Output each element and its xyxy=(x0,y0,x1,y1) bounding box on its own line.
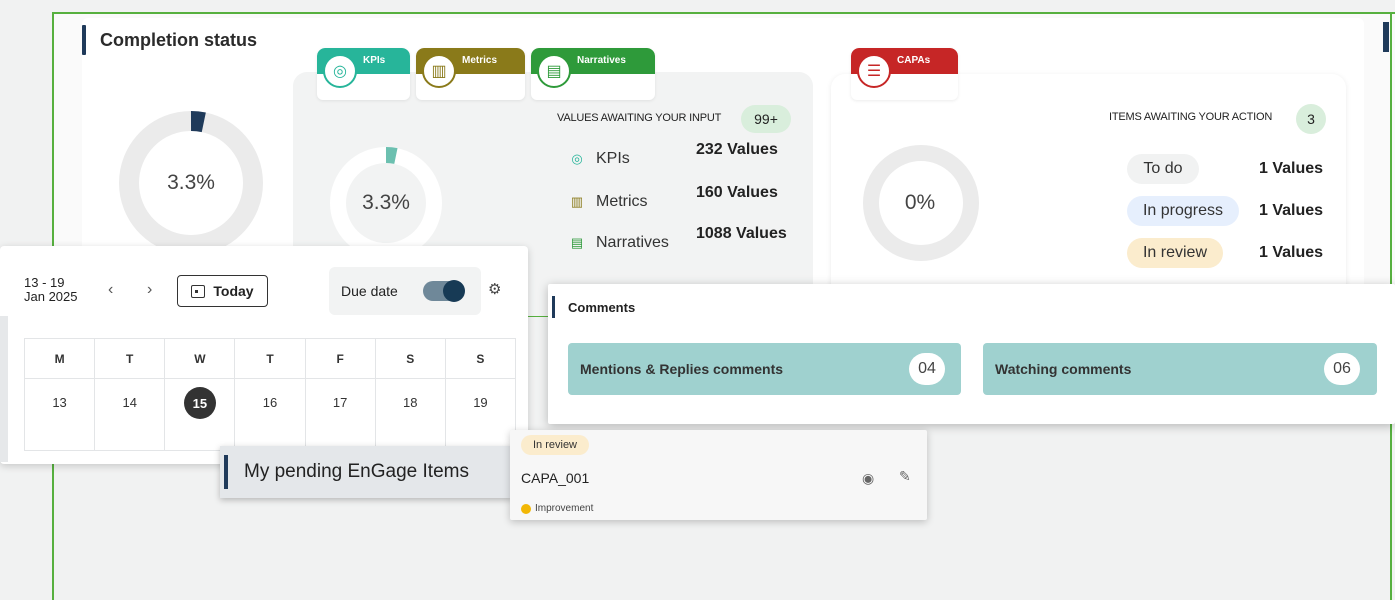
pending-items-header[interactable]: My pending EnGage Items xyxy=(220,446,512,498)
bar-chart-icon: ▥ xyxy=(570,194,584,209)
watching-comments-label: Watching comments xyxy=(995,361,1132,377)
bar-chart-icon: ▥ xyxy=(422,54,456,88)
values-row-narratives: ▤ Narratives xyxy=(568,234,669,252)
eye-icon[interactable]: ◉ xyxy=(862,470,874,487)
weekday-header: S xyxy=(374,338,446,379)
week-range-month: Jan 2025 xyxy=(24,289,78,304)
values-row-kpis: ◎ KPIs xyxy=(568,150,630,168)
today-button[interactable]: Today xyxy=(177,275,268,307)
pending-item-type-label: Improvement xyxy=(535,503,594,514)
target-icon: ◎ xyxy=(571,151,583,166)
status-in-review-value: 1 Values xyxy=(1259,244,1324,261)
day-cell[interactable]: 16 xyxy=(234,378,306,451)
status-in-review[interactable]: In review xyxy=(1127,238,1223,268)
title-accent-bar xyxy=(82,25,86,55)
capa-percent: 0% xyxy=(904,191,936,214)
section-accent-bar xyxy=(1383,22,1389,52)
status-todo[interactable]: To do xyxy=(1127,154,1199,184)
status-todo-value: 1 Values xyxy=(1259,160,1324,177)
values-percent: 3.3% xyxy=(362,191,410,214)
values-row-value: 160 Values xyxy=(696,184,778,201)
day-cell[interactable]: 18 xyxy=(374,378,446,451)
items-awaiting-title: ITEMS AWAITING YOUR ACTION xyxy=(1109,111,1273,123)
day-cell-selected[interactable]: 15 xyxy=(164,378,236,451)
values-row-value: 232 Values xyxy=(696,141,778,158)
items-awaiting-count: 3 xyxy=(1296,104,1326,134)
weekday-header: F xyxy=(304,338,376,379)
pending-items-title: My pending EnGage Items xyxy=(244,461,469,482)
values-awaiting-count: 99+ xyxy=(741,105,791,133)
tab-narratives[interactable]: Narratives ▤ xyxy=(531,48,655,100)
values-row-value: 1088 Values xyxy=(696,225,787,242)
day-cell[interactable]: 14 xyxy=(94,378,166,451)
watching-comments-button[interactable]: Watching comments xyxy=(983,343,1377,395)
values-row-label: Narratives xyxy=(596,234,669,251)
tab-capas[interactable]: CAPAs ☰ xyxy=(851,48,958,100)
type-dot xyxy=(521,503,531,514)
values-row-label: Metrics xyxy=(596,193,648,210)
next-week-icon[interactable]: › xyxy=(147,281,152,299)
title-accent-bar xyxy=(224,455,228,489)
weekday-header: S xyxy=(444,338,517,379)
weekday-header: W xyxy=(164,338,236,379)
day-cell[interactable]: 19 xyxy=(444,378,517,451)
due-date-toggle[interactable] xyxy=(423,280,465,302)
status-in-progress[interactable]: In progress xyxy=(1127,196,1239,226)
values-awaiting-title: VALUES AWAITING YOUR INPUT xyxy=(557,112,722,124)
calendar-settings-icon[interactable]: ⚙ xyxy=(488,280,508,300)
mentions-replies-label: Mentions & Replies comments xyxy=(580,361,784,377)
pending-item-type: Improvement xyxy=(521,503,593,514)
week-calendar-grid: M T W T F S S 13 14 15 16 17 18 19 xyxy=(23,338,517,451)
status-in-progress-value: 1 Values xyxy=(1259,202,1324,219)
pending-item-name: CAPA_001 xyxy=(521,470,590,486)
selected-day: 15 xyxy=(183,387,216,419)
comments-header: Comments xyxy=(552,296,635,318)
today-label: Today xyxy=(213,283,254,299)
watching-comments-count: 06 xyxy=(1324,353,1360,385)
completion-status-header: Completion status xyxy=(82,25,257,55)
week-range-days: 13 - 19 xyxy=(24,275,65,290)
target-icon: ◎ xyxy=(323,54,357,88)
checklist-icon: ☰ xyxy=(857,54,891,88)
weekday-header: T xyxy=(234,338,306,379)
title-accent-bar xyxy=(552,296,555,318)
toggle-knob xyxy=(443,280,465,302)
mentions-replies-count: 04 xyxy=(909,353,945,385)
comments-title: Comments xyxy=(568,299,636,315)
values-row-metrics: ▥ Metrics xyxy=(568,193,648,211)
prev-week-icon[interactable]: ‹ xyxy=(108,281,113,299)
weekday-header: M xyxy=(23,338,96,379)
completion-status-title: Completion status xyxy=(100,29,258,50)
document-icon: ▤ xyxy=(537,54,571,88)
calendar-edge xyxy=(0,316,8,462)
tab-kpis[interactable]: KPIs ◎ xyxy=(317,48,410,100)
mentions-replies-button[interactable]: Mentions & Replies comments xyxy=(568,343,961,395)
tab-metrics[interactable]: Metrics ▥ xyxy=(416,48,525,100)
overall-percent: 3.3% xyxy=(167,171,215,194)
pending-status-badge: In review xyxy=(521,435,589,455)
week-range: 13 - 19 Jan 2025 xyxy=(24,276,78,304)
document-icon: ▤ xyxy=(570,235,584,250)
calendar-icon xyxy=(191,284,206,298)
weekday-header: T xyxy=(94,338,166,379)
due-date-label: Due date xyxy=(341,283,398,299)
day-cell[interactable]: 17 xyxy=(304,378,376,451)
day-cell[interactable]: 13 xyxy=(23,378,96,451)
values-row-label: KPIs xyxy=(596,150,630,167)
edit-pencil-icon[interactable]: ✎ xyxy=(899,468,911,485)
